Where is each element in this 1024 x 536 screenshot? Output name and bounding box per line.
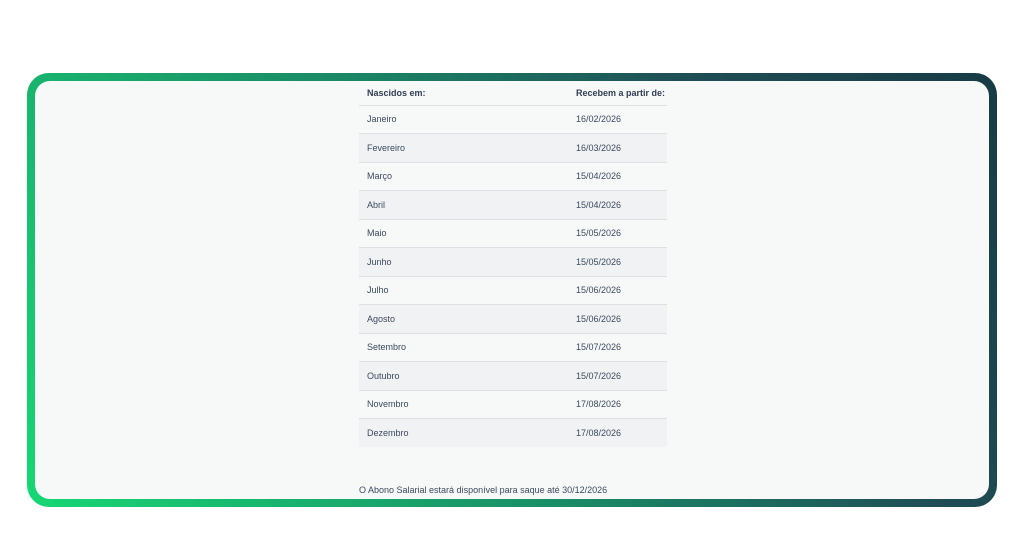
table-row: Abril 15/04/2026 [359, 190, 667, 219]
payment-date-cell: 15/07/2026 [576, 370, 622, 381]
payment-date-cell: 15/05/2026 [576, 256, 622, 267]
birth-month-cell: Janeiro [367, 114, 397, 125]
table-row: Outubro 15/07/2026 [359, 361, 667, 390]
birth-month-cell: Abril [367, 199, 386, 210]
table-row: Julho 15/06/2026 [359, 276, 667, 305]
birth-month-cell: Julho [367, 285, 389, 296]
gradient-frame: Nascidos em: Recebem a partir de: Janeir… [27, 73, 997, 507]
payment-date-cell: 15/06/2026 [576, 285, 622, 296]
birth-month-cell: Março [367, 171, 393, 182]
table-row: Fevereiro 16/03/2026 [359, 133, 667, 162]
table-row: Novembro 17/08/2026 [359, 390, 667, 419]
payment-date-cell: 17/08/2026 [576, 399, 622, 410]
payment-schedule-table: Nascidos em: Recebem a partir de: Janeir… [359, 81, 667, 447]
birth-month-cell: Novembro [367, 399, 409, 410]
birth-month-cell: Agosto [367, 313, 396, 324]
availability-footnote: O Abono Salarial estará disponível para … [359, 485, 608, 495]
birth-month-cell: Setembro [367, 342, 407, 353]
table-row: Janeiro 16/02/2026 [359, 105, 667, 134]
birth-month-cell: Junho [367, 256, 392, 267]
table-row: Agosto 15/06/2026 [359, 304, 667, 333]
payment-date-cell: 17/08/2026 [576, 428, 622, 438]
table-row: Março 15/04/2026 [359, 162, 667, 191]
payment-date-cell: 16/03/2026 [576, 142, 622, 153]
birth-month-cell: Maio [367, 228, 387, 239]
birth-month-cell: Outubro [367, 370, 400, 381]
birth-month-cell: Dezembro [367, 428, 409, 438]
column-header-payment-date: Recebem a partir de: [568, 81, 667, 106]
payment-date-cell: 15/04/2026 [576, 199, 622, 210]
content-panel: Nascidos em: Recebem a partir de: Janeir… [35, 81, 989, 499]
payment-date-cell: 15/04/2026 [576, 171, 622, 182]
column-header-birth-month: Nascidos em: [359, 81, 568, 106]
birth-month-cell: Fevereiro [367, 142, 406, 153]
payment-date-cell: 15/05/2026 [576, 228, 622, 239]
payment-date-cell: 15/06/2026 [576, 313, 622, 324]
table-row: Maio 15/05/2026 [359, 219, 667, 248]
table-row: Junho 15/05/2026 [359, 247, 667, 276]
payment-date-cell: 15/07/2026 [576, 342, 622, 353]
table-row: Setembro 15/07/2026 [359, 333, 667, 362]
table-row: Dezembro 17/08/2026 [359, 418, 667, 447]
table-header-row: Nascidos em: Recebem a partir de: [359, 81, 667, 106]
payment-date-cell: 16/02/2026 [576, 114, 622, 125]
